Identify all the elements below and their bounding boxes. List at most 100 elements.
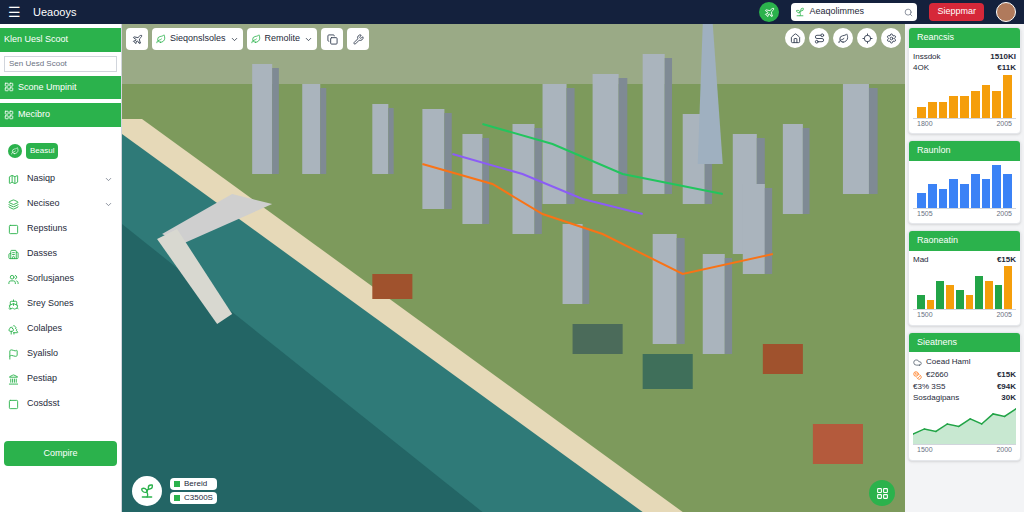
sprout-icon bbox=[795, 7, 805, 17]
tool-button[interactable] bbox=[881, 28, 901, 48]
tool-icon bbox=[838, 33, 849, 44]
search-icon bbox=[904, 8, 913, 17]
item-icon bbox=[8, 249, 19, 260]
tool-icon bbox=[814, 33, 825, 44]
badge[interactable]: Beasul bbox=[26, 143, 58, 159]
chart-bar bbox=[946, 285, 954, 309]
wrench-icon bbox=[353, 34, 364, 45]
tool-button[interactable] bbox=[347, 28, 369, 50]
chevron-icon bbox=[304, 35, 313, 44]
grid-icon bbox=[4, 110, 14, 120]
tool-button[interactable] bbox=[857, 28, 877, 48]
card-header: Raoneatin bbox=[909, 231, 1020, 251]
avatar[interactable] bbox=[996, 2, 1016, 22]
map-dropdown[interactable]: Sieqonslsoles bbox=[152, 28, 243, 50]
tool-button[interactable] bbox=[321, 28, 343, 50]
grid-button[interactable] bbox=[869, 480, 895, 506]
copy-icon bbox=[327, 34, 338, 45]
chart-tick: 2005 bbox=[996, 119, 1012, 130]
item-icon bbox=[8, 349, 19, 360]
card-row: Inssdok1510KI bbox=[913, 52, 1016, 62]
chart-bar bbox=[985, 281, 993, 310]
tool-button[interactable] bbox=[809, 28, 829, 48]
tool-icon bbox=[886, 33, 897, 44]
chart-bar bbox=[1004, 266, 1012, 309]
action-button[interactable]: Sieppmar bbox=[929, 3, 984, 21]
cloud-icon bbox=[913, 358, 922, 367]
card-row: Mad€15K bbox=[913, 255, 1016, 265]
chart-bar bbox=[939, 102, 948, 118]
primary-item[interactable]: Mecibro bbox=[0, 103, 121, 127]
card-row: €2660€15K bbox=[913, 370, 1016, 380]
chevron-icon bbox=[104, 200, 113, 209]
grid-icon bbox=[876, 487, 889, 500]
sidebar-item[interactable]: Sorlusjanes bbox=[4, 267, 117, 292]
chart-bar bbox=[927, 300, 935, 310]
tool-icon bbox=[790, 33, 801, 44]
card-row: 4OK€11K bbox=[913, 63, 1016, 73]
tool-button[interactable] bbox=[126, 28, 148, 50]
sidebar-item[interactable]: Nasiqp bbox=[4, 167, 117, 192]
logo[interactable] bbox=[132, 476, 162, 506]
chart-bar bbox=[949, 96, 958, 118]
item-icon bbox=[8, 299, 19, 310]
card-row: Sosdagipans30K bbox=[913, 393, 1016, 403]
menu-button[interactable]: ☰ bbox=[8, 5, 21, 19]
chart-bar bbox=[971, 174, 980, 207]
sidebar-item[interactable]: Syalislo bbox=[4, 342, 117, 367]
chart-bar bbox=[966, 295, 974, 309]
card-header: Sieatnens bbox=[909, 333, 1020, 353]
info-title: Bereid bbox=[170, 478, 217, 490]
chart-bar bbox=[949, 179, 958, 208]
item-icon bbox=[8, 324, 19, 335]
sidebar-search[interactable]: Sen Uesd Scoot bbox=[4, 56, 117, 72]
app-title: Ueaooys bbox=[33, 4, 76, 21]
tool-button[interactable] bbox=[833, 28, 853, 48]
map-tools-right bbox=[785, 28, 901, 48]
leaf-icon bbox=[11, 147, 19, 155]
item-icon bbox=[8, 174, 19, 185]
sidebar-item[interactable]: Srey Sones bbox=[4, 292, 117, 317]
chart-bar bbox=[1003, 174, 1012, 207]
chart-tick: 1500 bbox=[917, 310, 933, 321]
coin-icon bbox=[913, 371, 922, 380]
top-bar: ☰ Ueaooys Aeaqolimmes Sieppmar bbox=[0, 0, 1024, 24]
map-button[interactable] bbox=[759, 2, 779, 22]
card-row: €3% 3S5€94K bbox=[913, 382, 1016, 392]
sidebar-item[interactable]: Neciseo bbox=[4, 192, 117, 217]
sidebar-item[interactable]: Colalpes bbox=[4, 317, 117, 342]
primary-item[interactable]: Scone Umpinit bbox=[0, 76, 121, 100]
search-field[interactable]: Aeaqolimmes bbox=[791, 3, 917, 21]
chart-bar bbox=[956, 290, 964, 309]
sidebar-item[interactable]: Dasses bbox=[4, 242, 117, 267]
card-subtitle: Coead Haml bbox=[913, 356, 1016, 368]
chart-bar bbox=[975, 276, 983, 309]
sidebar-item[interactable]: Repstiuns bbox=[4, 217, 117, 242]
map-dropdown[interactable]: Remolite bbox=[247, 28, 318, 50]
tool-button[interactable] bbox=[785, 28, 805, 48]
leaf-icon bbox=[156, 34, 166, 44]
compire-button[interactable]: Compire bbox=[4, 441, 117, 467]
chart-bar bbox=[936, 281, 944, 310]
item-icon bbox=[8, 274, 19, 285]
bar-chart: 15002005 bbox=[913, 266, 1016, 321]
sidebar-item[interactable]: Pestiap bbox=[4, 367, 117, 392]
bar-chart: 15052005 bbox=[913, 165, 1016, 220]
plane-icon bbox=[132, 34, 143, 45]
map-view[interactable]: SieqonslsolesRemoliteBereidC3500S bbox=[122, 24, 905, 512]
chart-tick: 2000 bbox=[996, 445, 1012, 456]
item-icon bbox=[8, 374, 19, 385]
app: ☰UeaooysAeaqolimmesSieppmarKlen Uesl Sco… bbox=[0, 0, 1024, 512]
chart-bar bbox=[960, 96, 969, 118]
card-header: Reancsis bbox=[909, 28, 1020, 48]
item-icon bbox=[8, 224, 19, 235]
sprout-icon bbox=[139, 483, 155, 499]
sidebar-item[interactable]: Cosdsst bbox=[4, 392, 117, 417]
chart-bar bbox=[917, 107, 926, 118]
stat-card: ReancsisInssdok1510KI4OK€11K18002005 bbox=[908, 27, 1021, 134]
chart-bar bbox=[971, 91, 980, 118]
plane-icon bbox=[764, 7, 775, 18]
chart-tick: 1505 bbox=[917, 209, 933, 220]
area-chart-icon bbox=[913, 405, 1016, 445]
chart-bar bbox=[960, 184, 969, 208]
